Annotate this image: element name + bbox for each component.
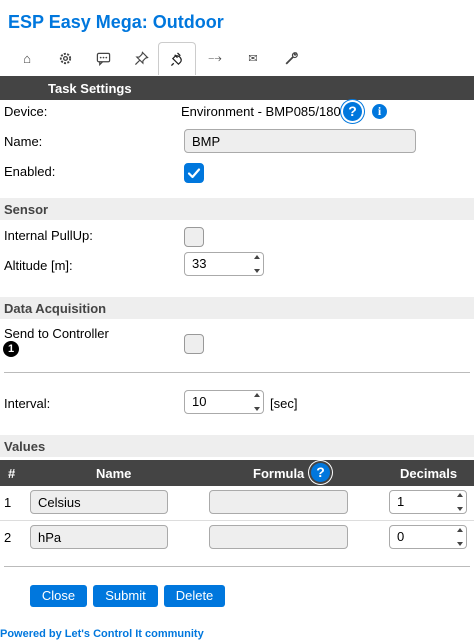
data-acquisition-heading: Data Acquisition xyxy=(4,301,107,316)
value-formula-input[interactable] xyxy=(209,490,348,514)
sensor-heading: Sensor xyxy=(4,202,49,217)
device-help-icon[interactable]: ? xyxy=(343,102,362,121)
wrench-icon xyxy=(285,51,298,64)
main-tabs: ⌂ ⤍ ✉ xyxy=(0,42,474,75)
tab-notifications[interactable]: ✉ xyxy=(234,42,272,74)
task-settings-header: Task Settings xyxy=(0,76,474,100)
interval-value: 10 xyxy=(192,394,207,409)
arrow-right-icon: ⤍ xyxy=(208,50,222,65)
interval-label: Interval: xyxy=(4,396,51,411)
decimals-stepper[interactable] xyxy=(456,528,464,546)
tab-tools[interactable] xyxy=(272,42,310,74)
decimals-value: 0 xyxy=(397,529,405,544)
data-acquisition-section: Data Acquisition xyxy=(0,297,474,319)
pin-icon xyxy=(134,50,149,65)
value-name-input[interactable] xyxy=(30,490,168,514)
value-decimals-input[interactable]: 0 xyxy=(389,525,467,549)
check-icon xyxy=(187,168,201,179)
values-heading: Values xyxy=(4,439,46,454)
altitude-stepper[interactable] xyxy=(253,255,261,273)
name-label: Name: xyxy=(4,134,43,149)
acquisition-divider xyxy=(4,372,470,373)
device-value: Environment - BMP085/180 xyxy=(181,104,341,119)
plug-icon xyxy=(170,51,182,66)
value-formula-input[interactable] xyxy=(209,525,348,549)
close-button[interactable]: Close xyxy=(30,585,87,607)
values-table-header: # Name Formula ? Decimals xyxy=(0,460,474,486)
values-section: Values xyxy=(0,435,474,457)
row-index: 2 xyxy=(4,530,12,545)
footer-prefix: Powered by xyxy=(0,628,65,640)
device-info-icon[interactable]: i xyxy=(372,104,387,119)
interval-unit: [sec] xyxy=(270,396,298,411)
value-name-input[interactable] xyxy=(30,525,168,549)
controller-number-badge: 1 xyxy=(3,341,19,357)
submit-button[interactable]: Submit xyxy=(93,585,158,607)
task-settings-title: Task Settings xyxy=(48,81,132,96)
interval-stepper[interactable] xyxy=(253,393,261,411)
column-decimals: Decimals xyxy=(400,466,458,481)
page-title: ESP Easy Mega: Outdoor xyxy=(8,12,224,32)
device-label: Device: xyxy=(4,104,48,119)
value-decimals-input[interactable]: 1 xyxy=(389,490,467,514)
column-name: Name xyxy=(96,466,132,481)
name-input[interactable] xyxy=(184,129,416,153)
pullup-checkbox[interactable] xyxy=(184,227,204,247)
chat-icon xyxy=(96,52,110,66)
home-icon: ⌂ xyxy=(23,50,31,66)
send-controller-checkbox[interactable] xyxy=(184,334,204,354)
bottom-divider xyxy=(4,566,470,567)
altitude-input[interactable]: 33 xyxy=(184,252,264,276)
tab-config[interactable] xyxy=(46,42,84,74)
tab-hardware[interactable] xyxy=(122,42,160,74)
tab-devices[interactable] xyxy=(158,42,196,75)
altitude-value: 33 xyxy=(192,256,207,271)
footer-suffix: community xyxy=(141,628,204,640)
tab-main[interactable]: ⌂ xyxy=(8,42,46,74)
interval-input[interactable]: 10 xyxy=(184,390,264,414)
delete-button[interactable]: Delete xyxy=(164,585,225,607)
formula-help-icon[interactable]: ? xyxy=(311,463,330,482)
row-divider xyxy=(0,520,474,521)
footer: Powered by Let's Control It community xyxy=(0,628,204,640)
send-controller-label: Send to Controller xyxy=(4,326,109,341)
altitude-label: Altitude [m]: xyxy=(4,258,73,273)
decimals-stepper[interactable] xyxy=(456,493,464,511)
tab-rules[interactable]: ⤍ xyxy=(196,42,234,74)
sensor-section: Sensor xyxy=(0,198,474,220)
mail-icon: ✉ xyxy=(248,52,258,65)
enabled-checkbox[interactable] xyxy=(184,163,204,183)
pullup-label: Internal PullUp: xyxy=(4,228,93,243)
gear-icon xyxy=(59,52,71,64)
tab-controllers[interactable] xyxy=(84,42,122,74)
column-formula: Formula xyxy=(253,466,305,481)
decimals-value: 1 xyxy=(397,494,405,509)
enabled-label: Enabled: xyxy=(4,164,56,179)
row-index: 1 xyxy=(4,495,12,510)
column-index: # xyxy=(8,466,16,481)
footer-link[interactable]: Let's Control It xyxy=(65,628,142,640)
